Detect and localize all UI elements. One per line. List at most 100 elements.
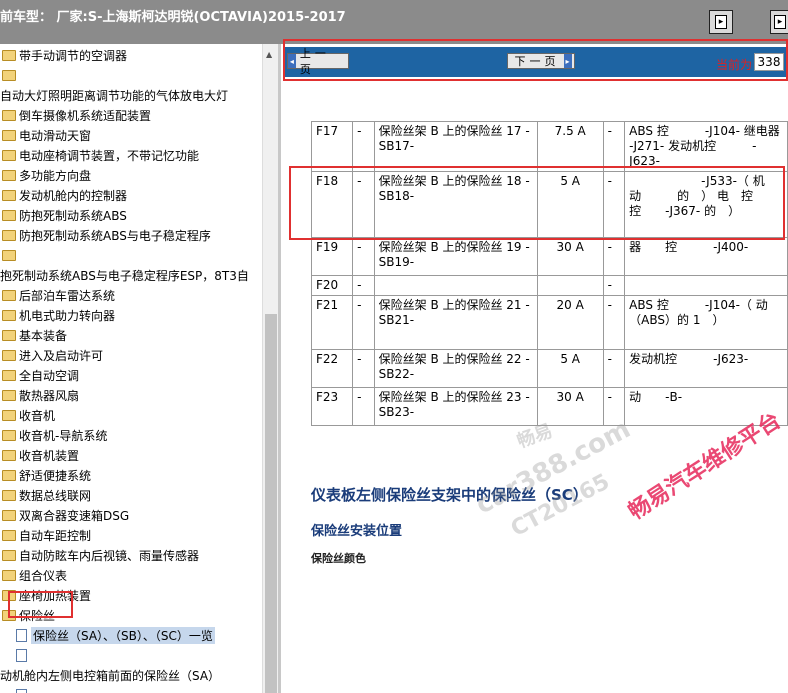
folder-icon [2, 69, 16, 81]
document-icon [16, 628, 27, 642]
tree-item[interactable]: 动机舱内左侧电控箱前面的保险丝（SA） [0, 665, 220, 685]
fuse-cell-amp: 20 A [536, 295, 604, 350]
fuse-cell-component: 发动机控 -J623- [624, 349, 788, 388]
fuse-cell-dash1: - [352, 237, 375, 276]
tree-scrollbar[interactable]: ▲ [262, 44, 279, 693]
tree-item[interactable] [0, 65, 19, 85]
fuse-cell-dash2: - [602, 349, 626, 388]
folder-icon [2, 569, 16, 581]
tree-item[interactable]: 舒适便捷系统 [0, 465, 91, 485]
tree-item-label: 收音机装置 [19, 448, 80, 463]
highlight-navbar-box [283, 39, 788, 81]
fuse-row: F21- 保险丝架 B 上的保险丝 21 - SB21- 20 A - ABS 控 -J… [310, 295, 788, 350]
tree-item-label: 收音机-导航系统 [19, 428, 108, 443]
tree-item-label: 防抱死制动系统ABS与电子稳定程序 [19, 228, 211, 243]
tree-item[interactable]: 自动大灯照明距离调节功能的气体放电大灯 [0, 85, 228, 105]
tree-item[interactable]: 电动滑动天窗 [0, 125, 91, 145]
tree-item[interactable]: 抱死制动系统ABS与电子稳定程序ESP，8T3自 [0, 265, 249, 285]
folder-icon [2, 489, 16, 501]
fuse-cell-component: ABS 控 -J104- 继电器 -J271- 发动机控 -J623- [624, 121, 788, 172]
tree-item-label: 防抱死制动系统ABS [19, 208, 127, 223]
tree-item-label: 基本装备 [19, 328, 68, 343]
forward-button[interactable]: ▸ [709, 10, 733, 34]
folder-icon [2, 229, 16, 241]
fuse-cell-dash2: - [602, 237, 626, 276]
tree-item[interactable]: 发动机舱内的控制器 [0, 185, 127, 205]
forward-button-2[interactable]: ▸ [770, 10, 788, 34]
fuse-cell-dash1: - [352, 349, 375, 388]
tree-item[interactable]: 后部泊车雷达系统 [0, 285, 115, 305]
tree-item-label: 自动车距控制 [19, 528, 92, 543]
folder-icon [2, 549, 16, 561]
tree-item-label: 动机舱内左侧电控箱前面的保险丝（SA） [0, 668, 221, 683]
tree-item-label: 倒车摄像机系统适配装置 [19, 108, 152, 123]
fuse-row: F17- 保险丝架 B 上的保险丝 17 - SB17- 7.5 A - ABS 控 -… [310, 121, 788, 172]
folder-icon [2, 369, 16, 381]
tree-item[interactable]: 组合仪表 [0, 565, 67, 585]
folder-icon [2, 109, 16, 121]
tree-item[interactable]: 收音机-导航系统 [0, 425, 107, 445]
tree-item[interactable]: 机电式助力转向器 [0, 305, 115, 325]
tree-item-label: 发动机舱内的控制器 [19, 188, 128, 203]
window-title: 前车型： 厂家:S-上海斯柯达明锐(OCTAVIA)2015-2017 [0, 10, 346, 25]
subsection-heading: 保险丝安装位置 [311, 524, 403, 539]
tree-item[interactable] [16, 645, 31, 665]
document-icon [16, 648, 27, 662]
folder-icon [2, 469, 16, 481]
scrollbar-thumb[interactable] [265, 314, 277, 693]
fuse-cell-amp [536, 275, 604, 296]
tree-item-label: 保险丝（SA）、（SB）、（SC）一览 [31, 626, 215, 644]
folder-icon [2, 129, 16, 141]
tree-item-label: 机电式助力转向器 [19, 308, 116, 323]
tree-item[interactable]: 全自动空调 [0, 365, 79, 385]
fuse-cell-component: ABS 控 -J104-（ 动 （ABS）的 1 ） [624, 295, 788, 350]
tree-item[interactable]: 自动防眩车内后视镜、雨量传感器 [0, 545, 199, 565]
tree-item[interactable]: 散热器风扇 [0, 385, 79, 405]
folder-icon [2, 529, 16, 541]
tree-item[interactable]: 收音机 [0, 405, 55, 425]
tree-item-label: 多功能方向盘 [19, 168, 92, 183]
scroll-up-icon[interactable]: ▲ [266, 50, 272, 59]
folder-icon [2, 329, 16, 341]
fuse-cell-id: F17 [310, 121, 354, 172]
page-forward-icon: ▸ [715, 15, 727, 29]
tree-item[interactable] [16, 685, 31, 693]
tree-item[interactable]: 收音机装置 [0, 445, 79, 465]
tree-item[interactable]: 电动座椅调节装置，不带记忆功能 [0, 145, 199, 165]
tree-item-label: 全自动空调 [19, 368, 80, 383]
tree-item[interactable]: 多功能方向盘 [0, 165, 91, 185]
tree-item[interactable] [0, 245, 19, 265]
tree-item[interactable]: 保险丝（SA）、（SB）、（SC）一览 [16, 625, 215, 645]
fuse-cell-desc: 保险丝架 B 上的保险丝 17 - SB17- [373, 121, 538, 172]
folder-icon [2, 389, 16, 401]
tree-item-label: 散热器风扇 [19, 388, 80, 403]
page-forward-icon-2: ▸ [774, 15, 786, 29]
fuse-row: F22- 保险丝架 B 上的保险丝 22 - SB22- 5 A - 发动机控 -J62… [310, 349, 788, 388]
tree-item[interactable]: 防抱死制动系统ABS [0, 205, 127, 225]
fuse-cell-desc: 保险丝架 B 上的保险丝 23 - SB23- [373, 387, 538, 426]
document-icon [16, 688, 27, 693]
folder-icon [2, 169, 16, 181]
folder-icon [2, 309, 16, 321]
highlight-fuse-folder-box [8, 591, 73, 618]
highlight-f18-box [289, 166, 785, 240]
minor-heading: 保险丝颜色 [311, 552, 366, 565]
tree-item-label: 进入及启动许可 [19, 348, 104, 363]
tree-item[interactable]: 数据总线联网 [0, 485, 91, 505]
tree-item[interactable]: 倒车摄像机系统适配装置 [0, 105, 151, 125]
folder-icon [2, 149, 16, 161]
folder-icon [2, 49, 16, 61]
tree-item[interactable]: 双离合器变速箱DSG [0, 505, 129, 525]
folder-icon [2, 249, 16, 261]
tree-item[interactable]: 带手动调节的空调器 [0, 45, 127, 65]
fuse-cell-dash2: - [602, 121, 626, 172]
tree-item[interactable]: 防抱死制动系统ABS与电子稳定程序 [0, 225, 211, 245]
content-pane: ◂ 上一页 下一页 ▸ 当前为 338 F17- 保险丝架 B 上的保险丝 17 … [281, 44, 788, 693]
fuse-cell-dash1: - [352, 275, 375, 296]
fuse-cell-dash1: - [352, 295, 375, 350]
tree-item[interactable]: 进入及启动许可 [0, 345, 103, 365]
fuse-cell-desc: 保险丝架 B 上的保险丝 19 - SB19- [373, 237, 538, 276]
tree-item[interactable]: 基本装备 [0, 325, 67, 345]
tree-item[interactable]: 自动车距控制 [0, 525, 91, 545]
fuse-cell-component [624, 275, 788, 296]
